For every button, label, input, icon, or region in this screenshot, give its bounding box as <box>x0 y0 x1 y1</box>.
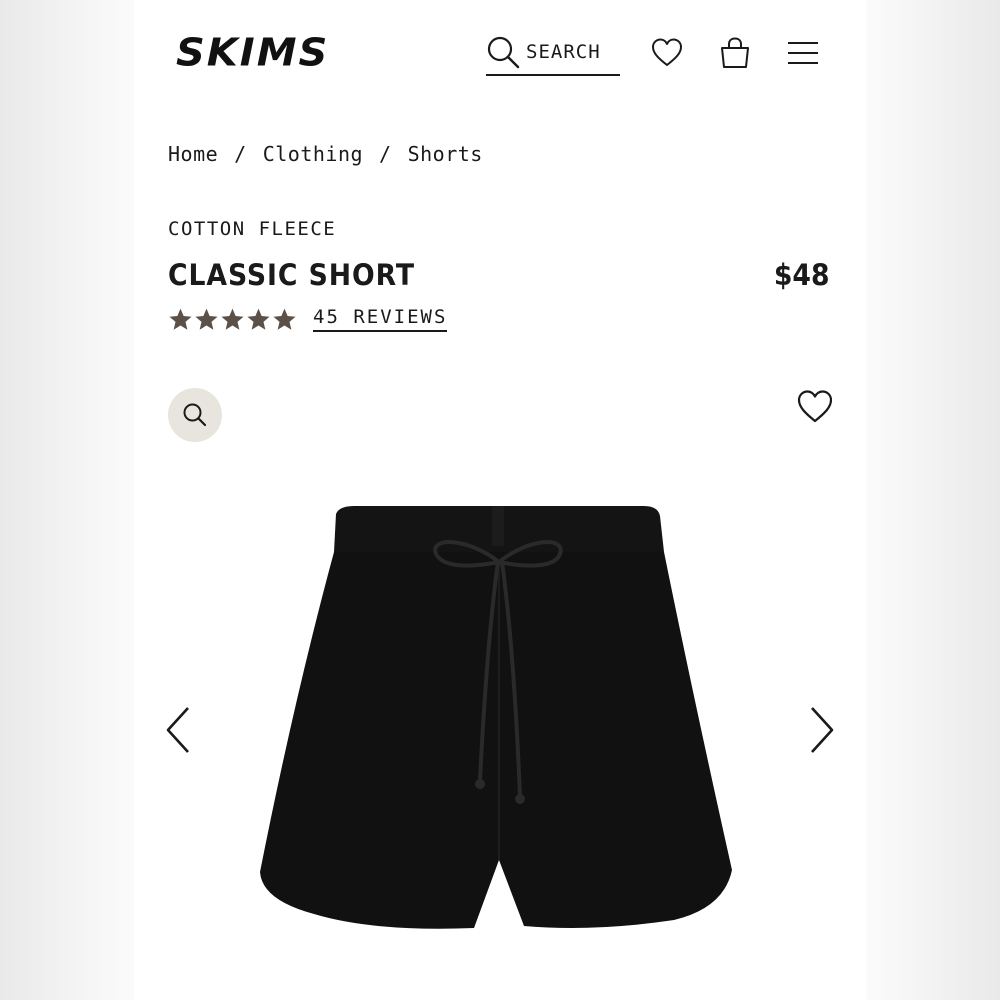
breadcrumb-separator: / <box>379 142 392 166</box>
chevron-left-icon <box>166 707 189 753</box>
product-rating: 45 REVIEWS <box>168 306 448 332</box>
shopping-bag-icon <box>721 37 749 68</box>
breadcrumb-clothing[interactable]: Clothing <box>263 142 363 166</box>
wishlist-button[interactable] <box>650 36 684 70</box>
star-rating <box>168 307 297 332</box>
left-margin <box>0 0 134 1000</box>
right-margin <box>866 0 1000 1000</box>
black-fleece-shorts <box>260 506 732 929</box>
product-image[interactable] <box>254 500 744 940</box>
product-price: $48 <box>774 258 830 292</box>
breadcrumb-shorts[interactable]: Shorts <box>408 142 483 166</box>
heart-icon <box>797 390 833 423</box>
brand-logo[interactable]: SKIMS <box>176 31 329 75</box>
star-icon <box>221 308 244 330</box>
breadcrumb: Home / Clothing / Shorts <box>168 142 483 166</box>
product-title: CLASSIC SHORT <box>168 258 415 292</box>
search-icon <box>487 36 520 69</box>
star-icon <box>169 308 192 330</box>
product-wishlist-button[interactable] <box>796 388 834 426</box>
breadcrumb-separator: / <box>234 142 247 166</box>
star-icon <box>195 308 218 330</box>
gallery-prev-button[interactable] <box>164 704 194 756</box>
product-page: SKIMS SEARCH Home / Clothing / Shorts CO… <box>134 0 866 1000</box>
menu-button[interactable] <box>786 36 820 70</box>
search-button[interactable]: SEARCH <box>486 30 620 76</box>
hamburger-menu-icon <box>788 42 818 64</box>
reviews-link[interactable]: 45 REVIEWS <box>313 306 448 332</box>
gallery-next-button[interactable] <box>806 704 836 756</box>
magnifier-icon <box>183 403 207 427</box>
product-collection: COTTON FLEECE <box>168 218 337 240</box>
star-icon <box>273 308 296 330</box>
breadcrumb-home[interactable]: Home <box>168 142 218 166</box>
zoom-button[interactable] <box>168 388 222 442</box>
chevron-right-icon <box>811 707 834 753</box>
search-label: SEARCH <box>526 41 601 63</box>
star-icon <box>247 308 270 330</box>
heart-icon <box>652 38 682 66</box>
cart-button[interactable] <box>718 36 752 70</box>
